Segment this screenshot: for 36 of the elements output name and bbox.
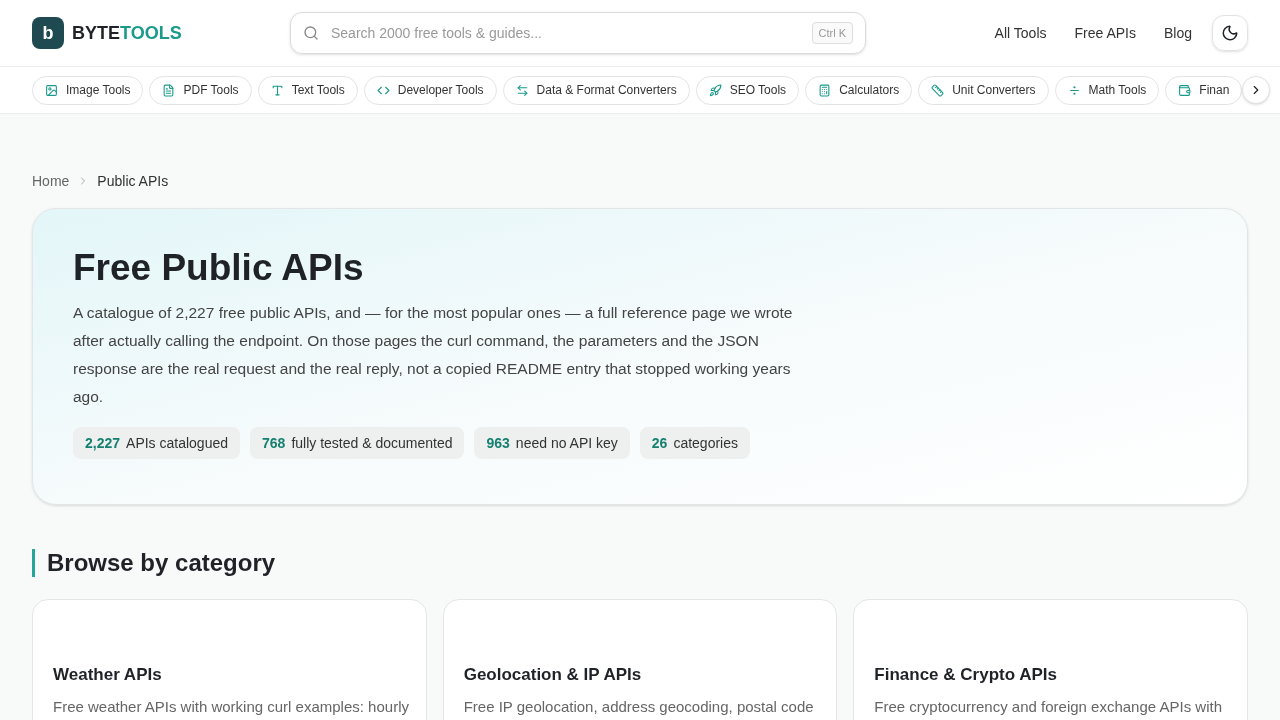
stat-pill: 2,227 APIs catalogued (73, 427, 240, 460)
shortcut-hint: Ctrl K (811, 21, 853, 45)
document-icon (162, 83, 176, 97)
category-card[interactable]: Weather APIs Free weather APIs with working curl examples: hourly (32, 599, 427, 720)
image-icon (45, 83, 58, 97)
breadcrumb-link[interactable]: Home (32, 171, 70, 191)
nav-link[interactable]: All Tools (994, 23, 1047, 43)
hero-description: A catalogue of 2,227 free public APIs, and — for the most popular ones — a full reference page we wrote after actually calling the endpoint. On those pages the curl command, the parameters and the JSON response are the real request and the real reply, not a copied README entry that stopped working years ago. (73, 303, 794, 408)
arrows-icon (515, 83, 529, 97)
stat-pill: 26 categories (639, 427, 750, 460)
divide-icon (1067, 83, 1081, 97)
search-field[interactable]: Search 2000 free tools & guides... (331, 23, 800, 43)
card-description: Free IP geolocation, address geocoding, postal code (463, 696, 815, 717)
rocket-icon (708, 83, 722, 97)
card-title: Weather APIs (53, 664, 163, 686)
breadcrumb-current: Public APIs (97, 172, 169, 191)
calculator-icon (818, 83, 832, 97)
category-card[interactable]: Finance & Crypto APIs Free cryptocurrency and foreign exchange APIs with (853, 599, 1248, 720)
card-title: Finance & Crypto APIs (874, 664, 1058, 686)
page-title: Free Public APIs (73, 246, 365, 290)
ruler-icon (931, 83, 945, 97)
category-card[interactable]: Geolocation & IP APIs Free IP geolocation, address geocoding, postal code (442, 599, 838, 720)
nav-link[interactable]: Blog (1163, 23, 1192, 43)
card-description: Free cryptocurrency and foreign exchange APIs with (874, 696, 1223, 717)
card-title: Geolocation & IP APIs (463, 664, 643, 686)
nav-link[interactable]: Free APIs (1074, 23, 1136, 43)
moon-icon (1221, 24, 1239, 42)
logo-icon[interactable]: b (32, 17, 64, 49)
wallet-icon (1178, 83, 1192, 97)
stat-pill: 768 fully tested & documented (250, 427, 465, 460)
stat-pill: 963 need no API key (474, 427, 630, 460)
brand-name[interactable]: BYTETOOLS (72, 19, 182, 47)
search-icon (303, 25, 319, 41)
section-heading: Browse by category (32, 549, 1248, 577)
letter-icon (270, 83, 284, 97)
theme-toggle-button[interactable] (1212, 15, 1248, 51)
